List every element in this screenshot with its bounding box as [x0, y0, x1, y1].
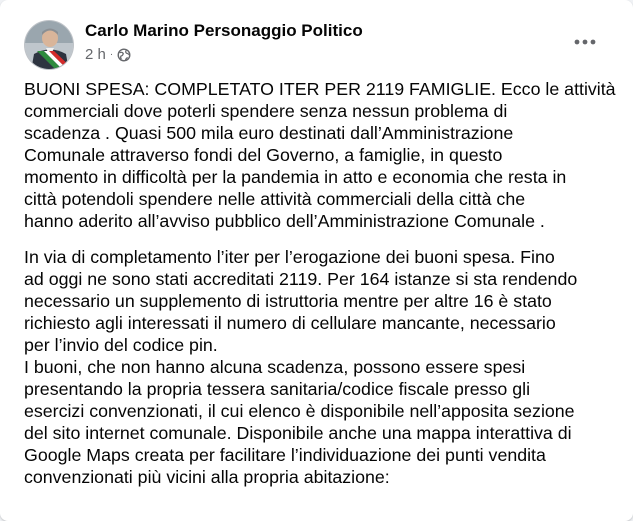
- post-paragraph-2: In via di completamento l’iter per l’ero…: [24, 247, 578, 487]
- post-meta: 2 h ·: [85, 46, 131, 63]
- more-options-button[interactable]: [567, 24, 603, 60]
- post-body: BUONI SPESA: COMPLETATO ITER PER 2119 FA…: [24, 78, 622, 488]
- globe-icon[interactable]: [117, 48, 131, 62]
- post-timestamp[interactable]: 2 h: [85, 46, 106, 63]
- avatar-photo: [25, 21, 73, 69]
- more-options-icon: [574, 39, 596, 45]
- post-card: Carlo Marino Personaggio Politico 2 h ·: [0, 0, 633, 521]
- author-name[interactable]: Carlo Marino Personaggio Politico: [85, 21, 363, 41]
- meta-separator: ·: [109, 48, 114, 60]
- avatar[interactable]: [24, 20, 74, 70]
- post-header: Carlo Marino Personaggio Politico 2 h ·: [0, 0, 633, 84]
- post-paragraph-1: BUONI SPESA: COMPLETATO ITER PER 2119 FA…: [24, 79, 616, 231]
